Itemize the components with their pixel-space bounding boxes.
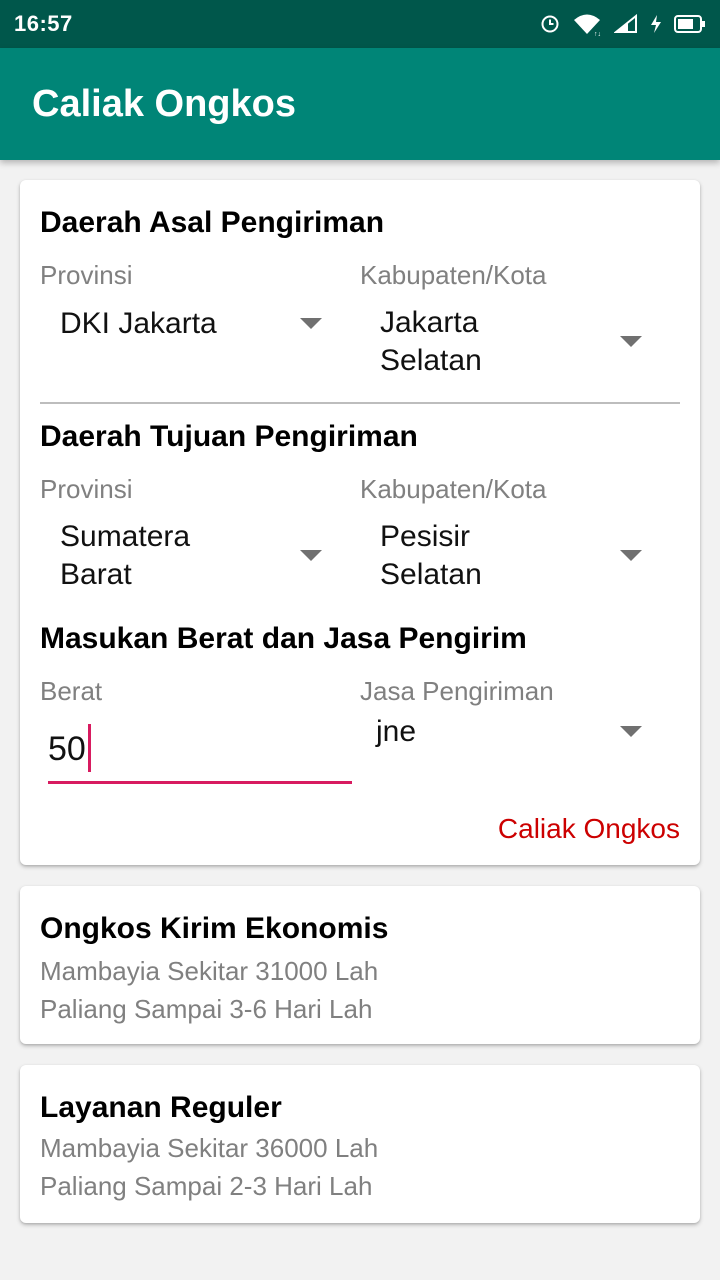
result-card-economy: Ongkos Kirim Ekonomis Mambayia Sekitar 3…: [20, 886, 700, 1044]
destination-province-value-line1: Sumatera: [60, 520, 191, 553]
section-divider: [40, 402, 680, 404]
check-cost-button[interactable]: Caliak Ongkos: [498, 813, 680, 845]
result-title: Layanan Reguler: [40, 1091, 282, 1124]
origin-city-dropdown[interactable]: Jakarta Selatan: [380, 302, 642, 382]
courier-value: jne: [376, 715, 417, 748]
dropdown-arrow-icon: [300, 318, 322, 329]
weight-label: Berat: [40, 676, 103, 706]
destination-province-label: Provinsi: [40, 474, 133, 504]
result-cost: Mambayia Sekitar 31000 Lah: [40, 956, 379, 986]
svg-text:↑↓: ↑↓: [594, 31, 601, 36]
origin-city-label: Kabupaten/Kota: [360, 260, 547, 290]
destination-city-label: Kabupaten/Kota: [360, 474, 547, 504]
dropdown-arrow-icon: [300, 550, 322, 561]
result-card-regular: Layanan Reguler Mambayia Sekitar 36000 L…: [20, 1065, 700, 1223]
destination-city-value-line2: Selatan: [380, 558, 482, 591]
app-bar: Caliak Ongkos: [0, 48, 720, 160]
destination-section-title: Daerah Tujuan Pengiriman: [40, 420, 418, 453]
wifi-icon: ↑↓: [572, 12, 602, 36]
text-cursor: [88, 724, 91, 772]
origin-section-title: Daerah Asal Pengiriman: [40, 206, 385, 239]
weight-courier-section-title: Masukan Berat dan Jasa Pengirim: [40, 622, 527, 655]
dropdown-arrow-icon: [620, 550, 642, 561]
app-title: Caliak Ongkos: [32, 82, 296, 125]
result-cost: Mambayia Sekitar 36000 Lah: [40, 1133, 379, 1163]
status-bar: 16:57 ↑↓: [0, 0, 720, 48]
origin-city-value-line2: Selatan: [380, 344, 482, 377]
status-icons: ↑↓: [540, 12, 706, 36]
destination-province-dropdown[interactable]: Sumatera Barat: [60, 516, 322, 596]
result-duration: Paliang Sampai 2-3 Hari Lah: [40, 1171, 373, 1201]
origin-province-value: DKI Jakarta: [60, 307, 217, 340]
origin-city-value-line1: Jakarta: [380, 306, 479, 339]
battery-icon: [674, 15, 706, 33]
dropdown-arrow-icon: [620, 726, 642, 737]
courier-dropdown[interactable]: jne: [376, 692, 642, 772]
origin-province-dropdown[interactable]: DKI Jakarta: [60, 284, 322, 364]
destination-city-value-line1: Pesisir: [380, 520, 471, 553]
destination-city-dropdown[interactable]: Pesisir Selatan: [380, 516, 642, 596]
result-title: Ongkos Kirim Ekonomis: [40, 912, 389, 945]
result-duration: Paliang Sampai 3-6 Hari Lah: [40, 994, 373, 1024]
alarm-icon: [540, 14, 560, 34]
destination-province-value-line2: Barat: [60, 558, 132, 591]
status-time: 16:57: [14, 11, 73, 36]
weight-input-value: 50: [48, 730, 86, 768]
dropdown-arrow-icon: [620, 336, 642, 347]
shipping-form-card: Daerah Asal Pengiriman Provinsi Kabupate…: [20, 180, 700, 865]
weight-input[interactable]: 50: [48, 724, 352, 784]
charging-icon: [650, 14, 662, 34]
signal-icon: [614, 14, 638, 34]
